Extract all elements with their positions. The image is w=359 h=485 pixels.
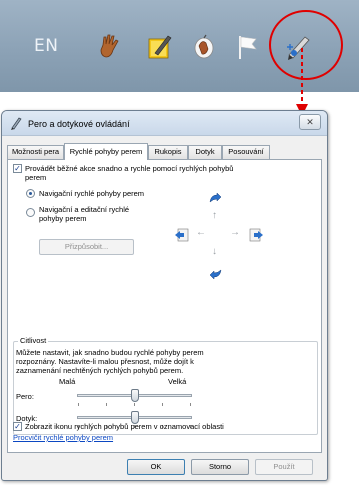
- pen-flicks-panel: ✓ Provádět běžné akce snadno a rychle po…: [7, 159, 322, 453]
- pen-sensitivity-label: Pero:: [16, 392, 34, 401]
- pen-note-icon[interactable]: [146, 33, 174, 61]
- apple-hand-icon[interactable]: [190, 33, 218, 61]
- sensitivity-desc-line2: rozpoznány. Nastavíte-li malou přesnost,…: [16, 357, 194, 366]
- tab-handwriting[interactable]: Rukopis: [148, 145, 188, 159]
- sensitivity-desc-line1: Můžete nastavit, jak snadno budou rychlé…: [16, 348, 204, 357]
- pen-slider-tick: [78, 403, 79, 406]
- dialog-title: Pero a dotykové ovládání: [28, 119, 130, 129]
- tab-pen-options[interactable]: Možnosti pera: [7, 145, 64, 159]
- radio-navigation-flicks[interactable]: [26, 189, 35, 198]
- enable-flicks-label-line1: Provádět běžné akce snadno a rychle pomo…: [25, 164, 234, 173]
- arrow-right-glyph: →: [230, 227, 240, 238]
- pen-icon: [11, 117, 22, 130]
- radio-navigation-label: Navigační rychlé pohyby perem: [39, 189, 145, 198]
- enable-flicks-checkbox[interactable]: ✓: [13, 164, 22, 173]
- apply-button[interactable]: Použít: [255, 459, 313, 475]
- arrow-up-glyph: ↑: [212, 210, 217, 221]
- flick-down-icon: [209, 269, 222, 280]
- flag-icon[interactable]: [234, 33, 262, 61]
- cancel-button[interactable]: Storno: [191, 459, 249, 475]
- pen-slider-tick: [106, 403, 107, 406]
- sensitivity-group: Citlivost Můžete nastavit, jak snadno bu…: [13, 336, 318, 435]
- practice-flicks-link[interactable]: Procvičit rychlé pohyby perem: [13, 433, 113, 442]
- enable-flicks-label-line2: perem: [25, 173, 47, 182]
- close-button[interactable]: ✕: [299, 114, 321, 130]
- radio-navigation-editing-flicks[interactable]: [26, 208, 35, 217]
- flick-up-icon: [209, 192, 222, 203]
- pen-touch-dialog: Pero a dotykové ovládání ✕ Možnosti pera…: [1, 110, 328, 481]
- annotation-arrow: [296, 48, 308, 116]
- customize-button[interactable]: Přizpůsobit...: [39, 239, 134, 255]
- flick-right-icon: [249, 228, 263, 242]
- hand-icon[interactable]: [96, 33, 124, 61]
- show-flicks-icon-checkbox[interactable]: ✓: [13, 422, 22, 431]
- sensitivity-low-label: Malá: [59, 377, 76, 386]
- sensitivity-group-label: Citlivost: [18, 336, 49, 345]
- pen-slider-tick: [162, 403, 163, 406]
- flick-left-icon: [175, 228, 189, 242]
- pen-slider-tick: [190, 403, 191, 406]
- pen-slider-tick: [134, 403, 135, 406]
- show-flicks-icon-label: Zobrazit ikonu rychlých pohybů perem v o…: [25, 422, 224, 431]
- sensitivity-high-label: Velká: [168, 377, 187, 386]
- arrow-left-glyph: ←: [196, 227, 206, 238]
- sensitivity-desc-line3: zaznamenání nechtěných rychlých pohybů p…: [16, 366, 184, 375]
- pen-sensitivity-slider[interactable]: [130, 389, 139, 402]
- radio-navigation-editing-label-line2: pohyby perem: [39, 214, 87, 223]
- dialog-titlebar: Pero a dotykové ovládání ✕: [2, 111, 327, 136]
- tab-pen-flicks[interactable]: Rychlé pohyby perem: [64, 143, 148, 160]
- language-indicator[interactable]: EN: [34, 36, 58, 56]
- radio-navigation-editing-label-line1: Navigační a editační rychlé: [39, 205, 130, 214]
- arrow-down-glyph: ↓: [212, 246, 217, 257]
- ok-button[interactable]: OK: [127, 459, 185, 475]
- tab-panning[interactable]: Posouvání: [222, 145, 270, 159]
- tab-touch[interactable]: Dotyk: [188, 145, 222, 159]
